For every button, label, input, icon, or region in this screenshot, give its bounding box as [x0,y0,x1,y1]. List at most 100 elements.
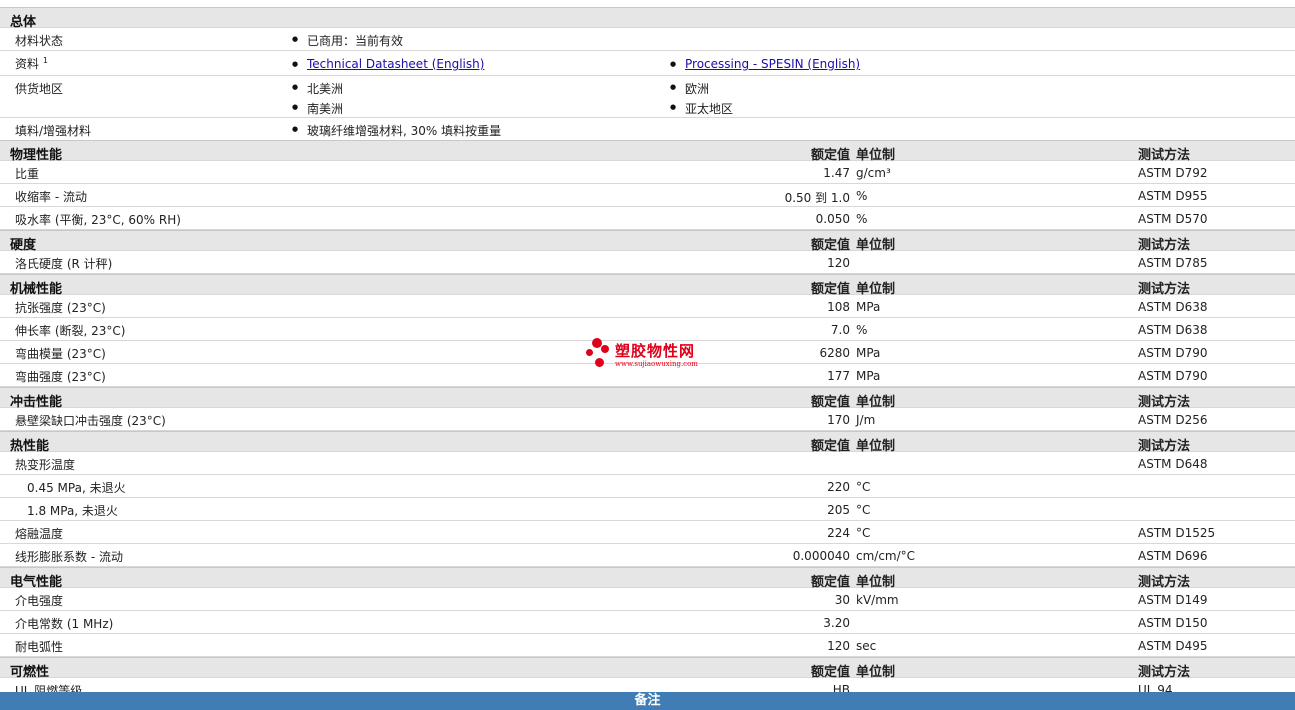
test-method: ASTM D150 [1138,616,1208,630]
section-header: 机械性能 额定值 单位制 测试方法 [0,274,1295,297]
property-name: 悬壁梁缺口冲击强度 (23°C) [15,414,166,428]
property-row: 收缩率 - 流动 0.50 到 1.0% ASTM D955 [0,184,1295,207]
property-unit: % [856,323,868,337]
property-value: 30 [834,593,850,607]
test-method: ASTM D790 [1138,369,1208,383]
property-value: 120 [827,256,850,270]
property-name: 热变形温度 [15,458,76,472]
property-name: 1.8 MPa, 未退火 [27,504,118,518]
property-value: 0.50 到 1.0 [784,191,850,205]
watermark-title: 塑胶物性网 [615,342,696,360]
test-method: ASTM D790 [1138,346,1208,360]
test-method: ASTM D570 [1138,212,1208,226]
filler-row: 填料/增强材料 玻璃纤维增强材料, 30% 填料按重量 [0,118,1295,140]
section-header: 物理性能 额定值 单位制 测试方法 [0,140,1295,163]
technical-datasheet-link[interactable]: Technical Datasheet (English) [307,57,484,71]
watermark-url: www.sujiaowuxing.com [615,360,698,368]
property-name: 介电常数 (1 MHz) [15,617,114,631]
property-unit: MPa [856,300,881,314]
property-row: 线形膨胀系数 - 流动 0.000040 cm/cm/°C ASTM D696 [0,544,1295,567]
test-method: ASTM D792 [1138,166,1208,180]
property-name: 洛氏硬度 (R 计秤) [15,257,113,271]
property-value: 7.0 [830,323,850,337]
property-row: 0.45 MPa, 未退火 220 °C [0,475,1295,498]
property-value: 6280 [819,346,850,360]
test-method: ASTM D648 [1138,457,1208,471]
test-method: ASTM D638 [1138,300,1208,314]
section-header: 硬度 额定值 单位制 测试方法 [0,230,1295,253]
property-value: 220 [827,480,850,494]
property-value: 224 [827,526,850,540]
section-header-general: 总体 [0,7,1295,30]
property-value: 0.050 [815,212,850,226]
logo-dot-icon [586,349,593,356]
property-unit: MPa [856,369,881,383]
property-name: 伸长率 (断裂, 23°C) [15,324,126,338]
property-name: 熔融温度 [15,527,64,541]
notes-bar: 备注 [0,692,1295,710]
status-label: 材料状态 [15,34,64,48]
property-unit: kV/mm [856,593,899,607]
test-method: ASTM D955 [1138,189,1208,203]
property-unit: °C [856,503,871,517]
section-header: 可燃性 额定值 单位制 测试方法 [0,657,1295,680]
property-row: 热变形温度 ASTM D648 [0,452,1295,475]
filler-value: 玻璃纤维增强材料, 30% 填料按重量 [292,122,501,139]
property-name: 线形膨胀系数 - 流动 [15,550,123,564]
property-unit: % [856,212,868,226]
property-row: 介电常数 (1 MHz) 3.20 ASTM D150 [0,611,1295,634]
property-unit: sec [856,639,877,653]
property-value: 177 [827,369,850,383]
property-row: 比重 1.47 g/cm³ ASTM D792 [0,161,1295,184]
test-method: ASTM D1525 [1138,526,1216,540]
property-row: 耐电弧性 120 sec ASTM D495 [0,634,1295,657]
docs-row: 资料 1 Technical Datasheet (English) Proce… [0,51,1295,76]
property-row: 悬壁梁缺口冲击强度 (23°C) 170 J/m ASTM D256 [0,408,1295,431]
property-name: 收缩率 - 流动 [15,190,87,204]
property-name: 比重 [15,167,40,181]
processing-link[interactable]: Processing - SPESIN (English) [685,57,860,71]
section-header: 冲击性能 额定值 单位制 测试方法 [0,387,1295,410]
property-unit: g/cm³ [856,166,891,180]
section-header: 电气性能 额定值 单位制 测试方法 [0,567,1295,590]
test-method: ASTM D785 [1138,256,1208,270]
property-unit: MPa [856,346,881,360]
watermark-logo: 塑胶物性网 www.sujiaowuxing.com [586,336,726,376]
property-value: 108 [827,300,850,314]
property-row: 介电强度 30 kV/mm ASTM D149 [0,588,1295,611]
region-item: 亚太地区 [670,100,733,117]
logo-dot-icon [595,358,604,367]
property-value: 0.000040 [792,549,850,563]
property-value: 120 [827,639,850,653]
property-row: 熔融温度 224 °C ASTM D1525 [0,521,1295,544]
property-value: 170 [827,413,850,427]
property-unit: % [856,189,868,203]
docs-label: 资料 1 [15,56,48,71]
property-name: 吸水率 (平衡, 23°C, 60% RH) [15,213,181,227]
property-unit: °C [856,526,871,540]
property-sections: 物理性能 额定值 单位制 测试方法 比重 1.47 g/cm³ ASTM D792 收缩率 - … [0,140,1295,701]
regions-row: 供货地区 北美洲 欧洲 南美洲 亚太地区 [0,76,1295,118]
test-method: ASTM D495 [1138,639,1208,653]
property-unit: J/m [856,413,876,427]
property-row: 抗张强度 (23°C) 108 MPa ASTM D638 [0,295,1295,318]
property-unit: °C [856,480,871,494]
test-method: ASTM D256 [1138,413,1208,427]
property-name: 弯曲强度 (23°C) [15,370,106,384]
property-value: 3.20 [823,616,850,630]
property-name: 0.45 MPa, 未退火 [27,481,126,495]
regions-label: 供货地区 [15,82,64,96]
property-row: 吸水率 (平衡, 23°C, 60% RH) 0.050% ASTM D570 [0,207,1295,230]
region-item: 南美洲 [292,100,343,117]
filler-label: 填料/增强材料 [15,124,92,138]
status-value: 已商用：当前有效 [292,32,403,49]
region-item: 欧洲 [670,80,709,97]
property-row: 1.8 MPa, 未退火 205 °C [0,498,1295,521]
property-name: 弯曲模量 (23°C) [15,347,106,361]
test-method: ASTM D149 [1138,593,1208,607]
property-name: 抗张强度 (23°C) [15,301,106,315]
section-header: 热性能 额定值 单位制 测试方法 [0,431,1295,454]
logo-dot-icon [601,345,609,353]
region-item: 北美洲 [292,80,343,97]
status-row: 材料状态 已商用：当前有效 [0,28,1295,51]
